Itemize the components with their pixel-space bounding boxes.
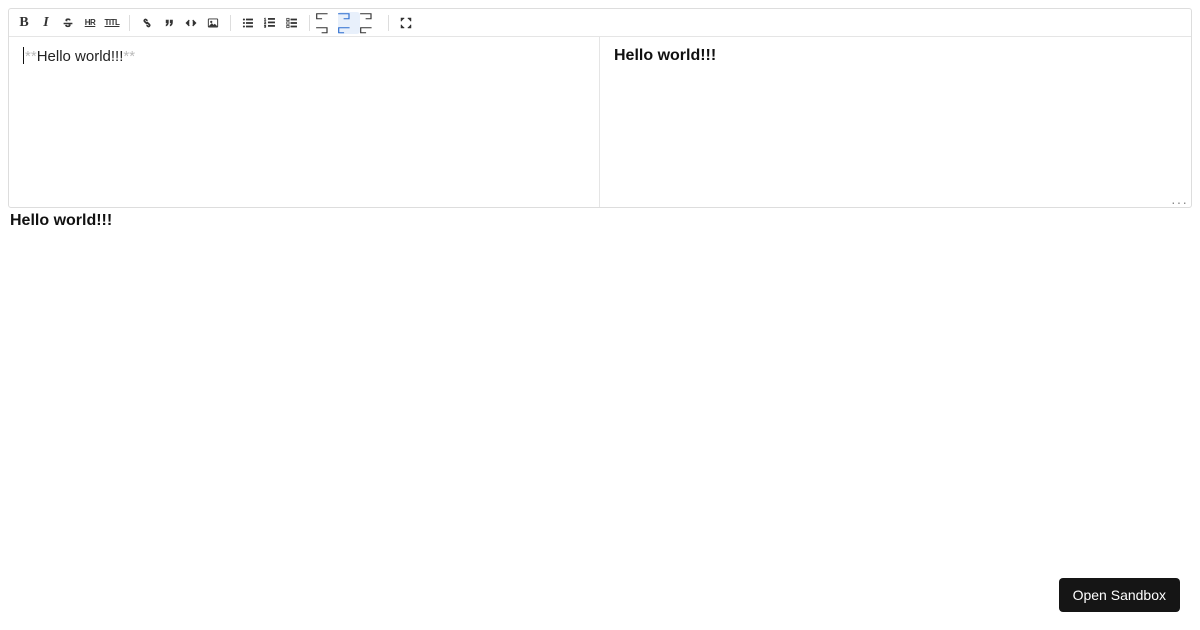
code-button[interactable]: [180, 12, 202, 34]
quote-button[interactable]: [158, 12, 180, 34]
edit-mode-icon: ⫍ ⫎: [316, 9, 338, 37]
hr-icon: HR: [85, 18, 96, 27]
editor-panes: **Hello world!!!** Hello world!!! ···: [9, 37, 1191, 207]
italic-button[interactable]: I: [35, 12, 57, 34]
strike-button[interactable]: [57, 12, 79, 34]
preview-mode-button[interactable]: ⫎ ⫍: [360, 12, 382, 34]
bold-icon: B: [19, 15, 28, 31]
ul-icon: [241, 16, 255, 30]
code-icon: [184, 16, 198, 30]
bold-button[interactable]: B: [13, 12, 35, 34]
markdown-source-pane[interactable]: **Hello world!!!**: [9, 37, 600, 207]
split-mode-button[interactable]: ⫎ ⫍: [338, 12, 360, 34]
title-button[interactable]: TITL: [101, 12, 123, 34]
fullscreen-icon: [399, 16, 413, 30]
md-text: Hello world!!!: [37, 48, 124, 65]
resize-handle[interactable]: ···: [1171, 198, 1188, 206]
checklist-icon: [285, 16, 299, 30]
open-sandbox-button[interactable]: Open Sandbox: [1059, 578, 1180, 612]
split-mode-icon: ⫎ ⫍: [338, 9, 360, 37]
strike-icon: [61, 16, 75, 30]
checklist-button[interactable]: [281, 12, 303, 34]
preview-text: Hello world!!!: [614, 47, 716, 64]
fullscreen-button[interactable]: [395, 12, 417, 34]
ol-button[interactable]: 123: [259, 12, 281, 34]
edit-mode-button[interactable]: ⫍ ⫎: [316, 12, 338, 34]
preview-mode-icon: ⫎ ⫍: [360, 9, 382, 37]
image-button[interactable]: [202, 12, 224, 34]
separator: [309, 15, 310, 31]
md-suffix-marks: **: [123, 48, 135, 65]
rendered-output: Hello world!!!: [8, 208, 1192, 234]
ol-icon: 123: [263, 16, 277, 30]
hr-button[interactable]: HR: [79, 12, 101, 34]
quote-icon: [162, 16, 176, 30]
link-icon: [140, 16, 154, 30]
markdown-editor: B I HR TITL: [8, 8, 1192, 208]
md-prefix-marks: **: [25, 48, 37, 65]
preview-pane: Hello world!!!: [600, 37, 1191, 207]
ul-button[interactable]: [237, 12, 259, 34]
svg-text:3: 3: [264, 24, 266, 28]
separator: [230, 15, 231, 31]
separator: [388, 15, 389, 31]
separator: [129, 15, 130, 31]
image-icon: [206, 16, 220, 30]
italic-icon: I: [43, 15, 48, 31]
link-button[interactable]: [136, 12, 158, 34]
text-cursor: [23, 47, 24, 64]
title-icon: TITL: [105, 18, 120, 27]
toolbar: B I HR TITL: [9, 9, 1191, 37]
